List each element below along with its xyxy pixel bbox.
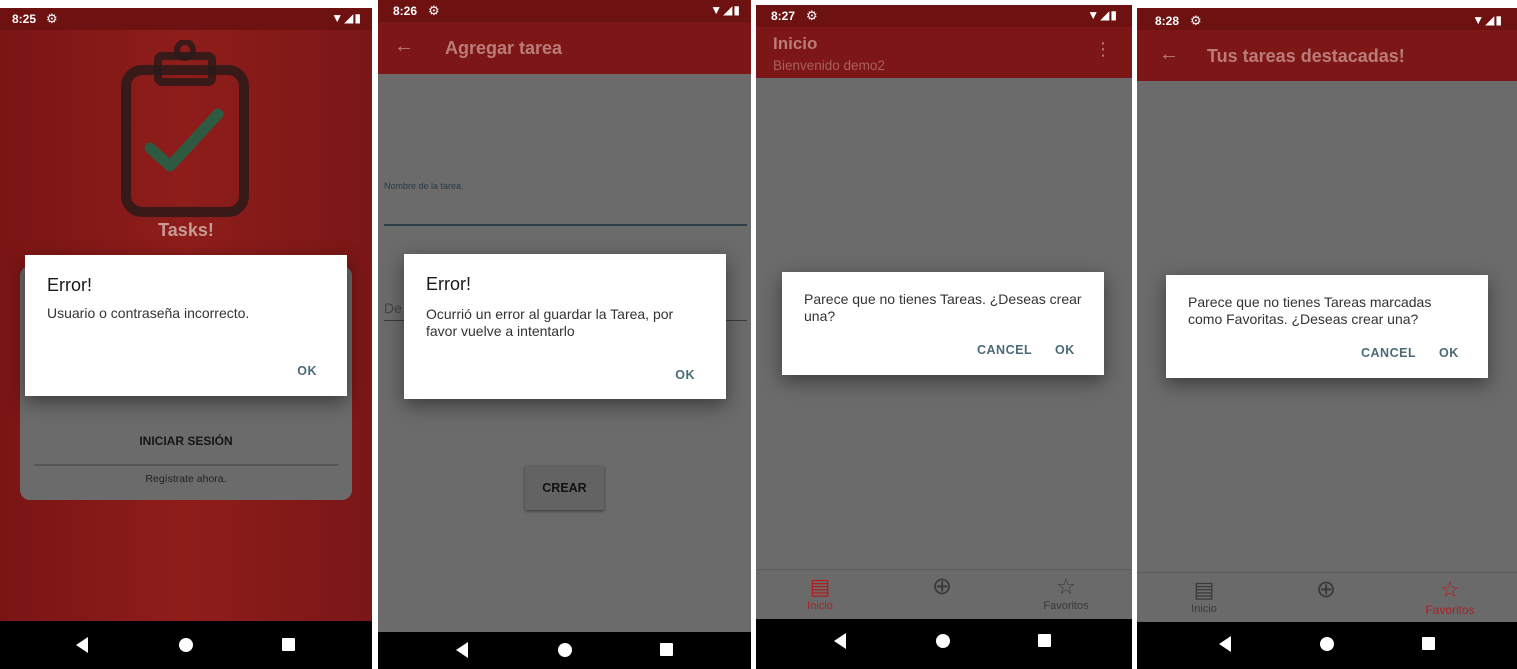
status-icons: ▼◢▮ [331, 11, 362, 25]
error-dialog: Error! Usuario o contraseña incorrecto. … [25, 255, 347, 396]
ok-button[interactable]: OK [297, 364, 317, 378]
recents-nav-icon[interactable] [660, 643, 673, 656]
system-nav-bar [378, 632, 751, 669]
add-circle-icon: ⊕ [1315, 576, 1337, 603]
create-button[interactable]: CREAR [525, 466, 604, 510]
status-icons: ▼◢▮ [1472, 13, 1503, 27]
home-nav-icon[interactable] [558, 643, 572, 657]
task-list-icon: ▤ [1193, 577, 1215, 602]
nav-favorites[interactable]: ☆ Favoritos [1021, 574, 1111, 612]
task-name-label: Nombre de la tarea. [384, 181, 464, 191]
home-nav-icon[interactable] [179, 638, 193, 652]
status-bar: 8:25 ⚙ ▼◢▮ [0, 8, 372, 30]
cancel-button[interactable]: CANCEL [1361, 346, 1416, 360]
back-nav-icon[interactable] [456, 642, 468, 658]
back-nav-icon[interactable] [1219, 636, 1231, 652]
star-icon: ☆ [1056, 574, 1076, 599]
confirm-dialog: Parece que no tienes Tareas. ¿Deseas cre… [782, 272, 1104, 375]
error-dialog: Error! Ocurrió un error al guardar la Ta… [404, 254, 726, 399]
status-time: 8:26 [393, 4, 418, 18]
settings-status-icon: ⚙ [428, 3, 440, 18]
phone-home: 8:27 ⚙ ▼◢▮ Inicio Bienvenido demo2 ⋮ Par… [756, 5, 1132, 669]
toolbar-title: Agregar tarea [445, 38, 563, 58]
nav-add[interactable]: ⊕ [1281, 577, 1371, 603]
app-name: Tasks! [158, 220, 214, 240]
nav-add[interactable]: ⊕ [897, 574, 987, 600]
nav-home[interactable]: ▤ Inicio [775, 574, 865, 612]
dialog-message: Parece que no tienes Tareas. ¿Deseas cre… [804, 291, 1082, 324]
settings-status-icon: ⚙ [46, 11, 58, 26]
nav-favorites-label: Favoritos [1043, 600, 1089, 612]
status-icons: ▼◢▮ [1087, 8, 1118, 22]
description-label: De [384, 300, 402, 316]
system-nav-bar [0, 621, 372, 669]
dialog-message: Usuario o contraseña incorrecto. [47, 305, 250, 321]
toolbar-title: Inicio [773, 34, 818, 53]
phone-login: 8:25 ⚙ ▼◢▮ Tasks! INICIAR SESIÓN Regístr… [0, 8, 372, 669]
task-name-input[interactable] [384, 224, 747, 226]
back-nav-icon[interactable] [76, 637, 88, 653]
dialog-title: Error! [47, 275, 92, 295]
system-nav-bar [1137, 622, 1517, 669]
status-bar: 8:26 ⚙ ▼◢▮ [378, 0, 751, 22]
toolbar-title: Tus tareas destacadas! [1207, 46, 1405, 66]
home-nav-icon[interactable] [1320, 637, 1334, 651]
recents-nav-icon[interactable] [1422, 637, 1435, 650]
nav-home-label: Inicio [1191, 603, 1217, 615]
nav-home[interactable]: ▤ Inicio [1159, 577, 1249, 615]
home-screen: 8:27 ⚙ ▼◢▮ Inicio Bienvenido demo2 ⋮ Par… [756, 5, 1132, 619]
register-link[interactable]: Regístrate ahora. [20, 473, 352, 485]
login-button[interactable]: INICIAR SESIÓN [20, 434, 352, 448]
phone-add-task: 8:26 ⚙ ▼◢▮ ← Agregar tarea Nombre de la … [378, 0, 751, 669]
favorites-screen: 8:28 ⚙ ▼◢▮ ← Tus tareas destacadas! Pare… [1137, 8, 1517, 622]
settings-status-icon: ⚙ [1190, 13, 1202, 28]
star-icon: ☆ [1440, 577, 1460, 602]
bottom-navigation: ▤ Inicio ⊕ ☆ Favoritos [1137, 572, 1517, 622]
status-bar: 8:28 ⚙ ▼◢▮ [1137, 8, 1517, 30]
divider [34, 464, 338, 466]
back-nav-icon[interactable] [834, 633, 846, 649]
recents-nav-icon[interactable] [1038, 634, 1051, 647]
phone-favorites: 8:28 ⚙ ▼◢▮ ← Tus tareas destacadas! Pare… [1137, 8, 1517, 669]
overflow-menu-icon[interactable]: ⋮ [1094, 39, 1112, 60]
dialog-message: Parece que no tienes Tareas marcadas com… [1188, 294, 1432, 327]
settings-status-icon: ⚙ [806, 8, 818, 23]
ok-button[interactable]: OK [1055, 343, 1075, 357]
confirm-dialog: Parece que no tienes Tareas marcadas com… [1166, 275, 1488, 378]
toolbar-subtitle: Bienvenido demo2 [773, 58, 885, 73]
status-bar: 8:27 ⚙ ▼◢▮ [756, 5, 1132, 27]
nav-home-label: Inicio [807, 600, 833, 612]
dialog-message: Ocurrió un error al guardar la Tarea, po… [426, 306, 674, 339]
status-time: 8:27 [771, 9, 796, 23]
status-time: 8:25 [12, 12, 37, 26]
add-task-screen: 8:26 ⚙ ▼◢▮ ← Agregar tarea Nombre de la … [378, 0, 751, 632]
dialog-title: Error! [426, 274, 471, 294]
task-list-icon: ▤ [809, 574, 831, 599]
clipboard-check-icon [121, 40, 249, 217]
add-circle-icon: ⊕ [931, 573, 953, 600]
bottom-navigation: ▤ Inicio ⊕ ☆ Favoritos [756, 569, 1132, 619]
back-arrow-icon[interactable]: ← [1159, 43, 1179, 66]
cancel-button[interactable]: CANCEL [977, 343, 1032, 357]
status-time: 8:28 [1155, 14, 1180, 28]
ok-button[interactable]: OK [1439, 346, 1459, 360]
login-screen: 8:25 ⚙ ▼◢▮ Tasks! INICIAR SESIÓN Regístr… [0, 8, 372, 622]
toolbar: ← Tus tareas destacadas! [1137, 30, 1517, 81]
back-arrow-icon[interactable]: ← [394, 35, 414, 58]
toolbar: ← Agregar tarea [378, 22, 751, 74]
nav-favorites[interactable]: ☆ Favoritos [1405, 577, 1495, 617]
home-nav-icon[interactable] [936, 634, 950, 648]
status-icons: ▼◢▮ [710, 3, 741, 17]
ok-button[interactable]: OK [675, 368, 695, 382]
system-nav-bar [756, 619, 1132, 669]
nav-favorites-label: Favoritos [1425, 603, 1475, 617]
recents-nav-icon[interactable] [282, 638, 295, 651]
toolbar: Inicio Bienvenido demo2 ⋮ [756, 27, 1132, 78]
